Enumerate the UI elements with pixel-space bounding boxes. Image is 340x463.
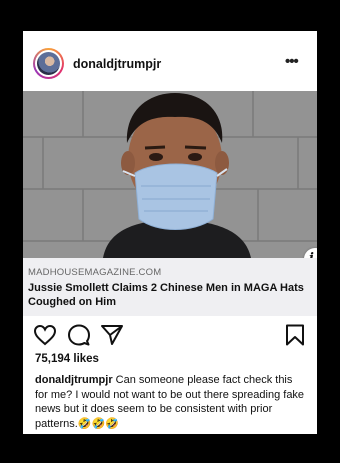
avatar-photo xyxy=(37,52,60,75)
instagram-post-card: donaldjtrumpjr ••• MADHOUSEMAGAZINE.COM … xyxy=(23,31,317,434)
comment-icon[interactable] xyxy=(67,324,91,346)
avatar[interactable] xyxy=(33,48,64,79)
likes-count[interactable]: 75,194 likes xyxy=(35,353,99,365)
post-username[interactable]: donaldjtrumpjr xyxy=(73,57,161,71)
bookmark-icon[interactable] xyxy=(285,324,305,346)
post-header: donaldjtrumpjr ••• xyxy=(23,31,317,91)
caption-username[interactable]: donaldjtrumpjr xyxy=(35,374,113,386)
mugshot-image xyxy=(23,91,317,258)
share-icon[interactable] xyxy=(100,324,124,346)
post-image[interactable] xyxy=(23,91,317,258)
link-preview[interactable]: MADHOUSEMAGAZINE.COM Jussie Smollett Cla… xyxy=(23,258,317,316)
link-headline: Jussie Smollett Claims 2 Chinese Men in … xyxy=(28,282,304,308)
post-caption: donaldjtrumpjr Can someone please fact c… xyxy=(35,373,305,431)
heart-icon[interactable] xyxy=(33,324,57,346)
link-domain: MADHOUSEMAGAZINE.COM xyxy=(28,267,162,278)
post-actions xyxy=(23,316,317,352)
more-options-icon[interactable]: ••• xyxy=(285,53,299,70)
